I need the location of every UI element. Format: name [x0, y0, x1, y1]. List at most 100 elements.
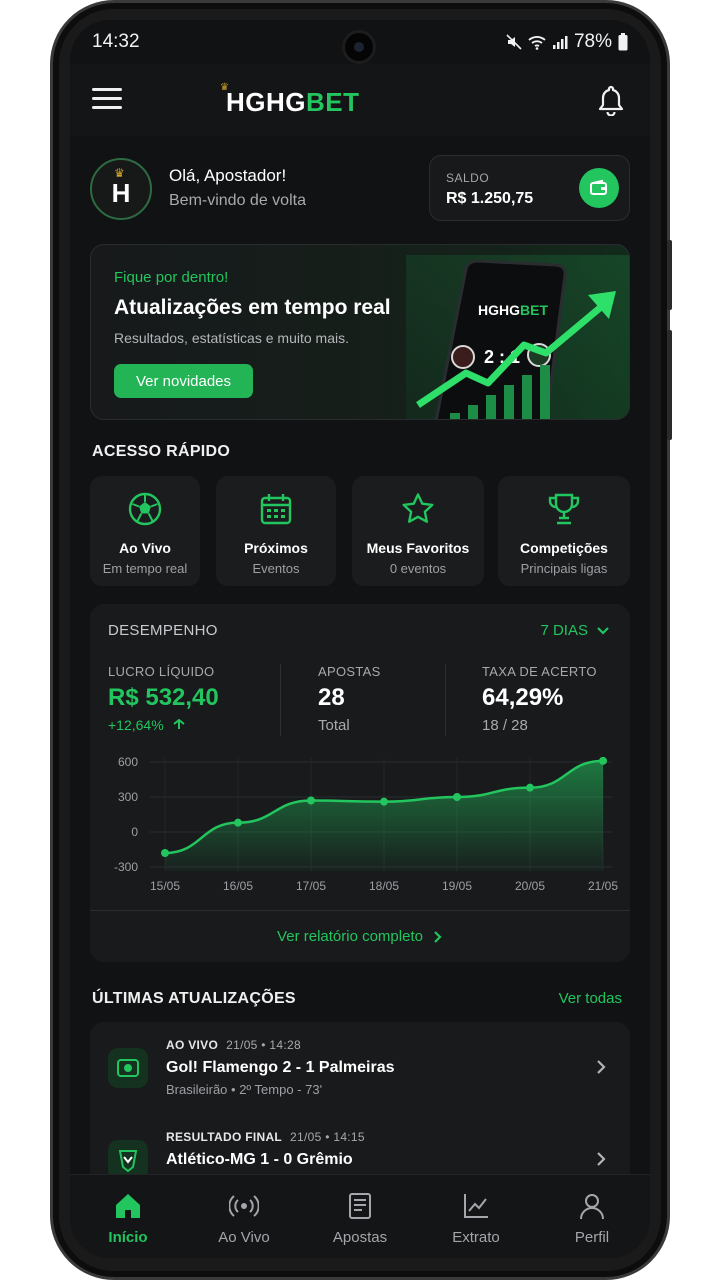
wallet-icon	[590, 179, 607, 195]
profit-change: +12,64%	[108, 717, 186, 733]
profit-label: LUCRO LÍQUIDO	[108, 664, 215, 679]
hit-rate-label: TAXA DE ACERTO	[482, 664, 597, 679]
chart-point	[161, 849, 169, 857]
trophy-icon	[548, 493, 580, 525]
promo-subtitle: Resultados, estatísticas e muito mais.	[114, 330, 349, 346]
team-crest-home	[451, 345, 475, 369]
wallet-button[interactable]	[579, 168, 619, 208]
bottom-nav: Início Ao Vivo Apostas Extrato Perfil	[70, 1174, 650, 1258]
menu-button[interactable]	[92, 88, 122, 110]
chart-x-tick: 20/05	[515, 879, 545, 893]
see-all-link[interactable]: Ver todas	[559, 990, 622, 1007]
chart-x-tick: 15/05	[150, 879, 180, 893]
quick-access-upcoming[interactable]: Próximos Eventos	[216, 476, 336, 586]
chevron-down-icon	[597, 626, 609, 635]
chart-y-tick: 0	[131, 825, 138, 839]
update-item[interactable]: AO VIVO 21/05 • 14:28 Gol! Flamengo 2 - 1…	[90, 1022, 630, 1112]
promo-banner: Fique por dentro! Atualizações em tempo …	[90, 244, 630, 420]
balance-label: SALDO	[446, 171, 490, 185]
line-chart-icon	[464, 1194, 488, 1218]
broadcast-icon	[229, 1195, 259, 1217]
promo-kicker: Fique por dentro!	[114, 269, 229, 286]
nav-label: Apostas	[332, 1229, 388, 1246]
menu-icon	[92, 88, 122, 91]
bets-sub: Total	[318, 717, 350, 734]
ticket-icon	[349, 1193, 371, 1219]
user-icon	[580, 1194, 604, 1220]
phone-screen: 14:32 78% ♛ HGHGBET ♛ H Olá, Apostador! …	[70, 20, 650, 1258]
nav-label: Ao Vivo	[218, 1229, 270, 1246]
nav-label: Início	[108, 1229, 148, 1246]
nav-bets[interactable]: Apostas	[302, 1175, 418, 1258]
volume-button	[667, 240, 672, 310]
quick-access-competitions[interactable]: Competições Principais ligas	[498, 476, 630, 586]
calendar-icon	[260, 494, 292, 525]
status-icons: 78%	[506, 31, 628, 53]
chart-point	[526, 783, 534, 792]
nav-label: Extrato	[452, 1229, 500, 1246]
greeting-subtitle: Bem-vindo de volta	[169, 192, 306, 209]
nav-profile[interactable]: Perfil	[534, 1175, 650, 1258]
chart-x-tick: 16/05	[223, 879, 253, 893]
update-subtitle: Brasileirão • 2º Tempo - 73'	[166, 1082, 323, 1097]
quick-access-sub: Principais ligas	[520, 561, 608, 576]
mute-icon	[506, 34, 522, 50]
nav-statement[interactable]: Extrato	[418, 1175, 534, 1258]
soccer-ball-icon	[128, 492, 162, 526]
battery-icon	[618, 33, 628, 51]
full-report-label: Ver relatório completo	[277, 928, 423, 945]
promo-button[interactable]: Ver novidades	[114, 364, 253, 398]
chart-point	[380, 797, 388, 806]
stat-divider	[445, 664, 446, 736]
battery-percent: 78%	[573, 31, 612, 52]
performance-chart: 600 300 0 -300 15/05 16/05 17/05 18/05 19/05 20/0…	[114, 755, 618, 893]
bell-icon	[598, 85, 624, 117]
chart-x-tick: 17/05	[296, 879, 326, 893]
status-time: 14:32	[92, 31, 140, 52]
balance-card[interactable]: SALDO R$ 1.250,75	[429, 155, 630, 221]
chart-y-tick: 300	[118, 790, 138, 804]
chart-x-tick: 21/05	[588, 879, 618, 893]
bets-value: 28	[318, 684, 345, 711]
chart-x-tick: 19/05	[442, 879, 472, 893]
quick-access-title: ACESSO RÁPIDO	[92, 443, 231, 460]
chart-y-tick: -300	[114, 860, 138, 874]
updates-title: ÚLTIMAS ATUALIZAÇÕES	[92, 990, 296, 1007]
update-tag: AO VIVO 21/05 • 14:28	[166, 1038, 301, 1052]
signal-icon	[552, 36, 568, 49]
crown-icon: ♛	[114, 166, 125, 180]
range-selector[interactable]: 7 DIAS	[540, 622, 610, 639]
chart-point	[599, 756, 607, 765]
quick-access-favorites[interactable]: Meus Favoritos 0 eventos	[352, 476, 484, 586]
promo-art-logo: HGHGBET	[478, 302, 548, 318]
update-title: Atlético-MG 1 - 0 Grêmio	[166, 1151, 353, 1168]
chart-x-tick: 18/05	[369, 879, 399, 893]
chevron-right-icon	[597, 1060, 606, 1074]
nav-home[interactable]: Início	[70, 1175, 186, 1258]
balance-value: R$ 1.250,75	[446, 190, 534, 207]
stat-divider	[280, 664, 281, 736]
nav-label: Perfil	[574, 1229, 610, 1246]
avatar[interactable]: ♛ H	[90, 158, 152, 220]
power-button	[667, 330, 672, 440]
home-icon	[116, 1194, 140, 1218]
quick-access-live[interactable]: Ao Vivo Em tempo real	[90, 476, 200, 586]
chevron-right-icon	[597, 1152, 606, 1166]
trend-up-icon	[172, 718, 185, 729]
full-report-link[interactable]: Ver relatório completo	[90, 910, 630, 962]
quick-access-sub: Eventos	[252, 561, 300, 576]
nav-live[interactable]: Ao Vivo	[186, 1175, 302, 1258]
app-header: ♛ HGHGBET	[70, 64, 650, 136]
range-label: 7 DIAS	[540, 622, 588, 639]
performance-card: DESEMPENHO 7 DIAS LUCRO LÍQUIDO R$ 532,4…	[90, 604, 630, 962]
notifications-button[interactable]	[596, 84, 626, 117]
status-bar: 14:32 78%	[70, 20, 650, 64]
promo-phone-illustration: HGHGBET 2 : 1	[406, 255, 629, 419]
chart-point	[453, 793, 461, 801]
quick-access-label: Meus Favoritos	[366, 540, 470, 556]
greeting-title: Olá, Apostador!	[169, 166, 287, 185]
quick-access-sub: 0 eventos	[389, 561, 447, 576]
chart-y-tick: 600	[118, 755, 138, 769]
quick-access-label: Competições	[520, 540, 608, 556]
brand-logo: HGHGBET	[226, 87, 360, 117]
